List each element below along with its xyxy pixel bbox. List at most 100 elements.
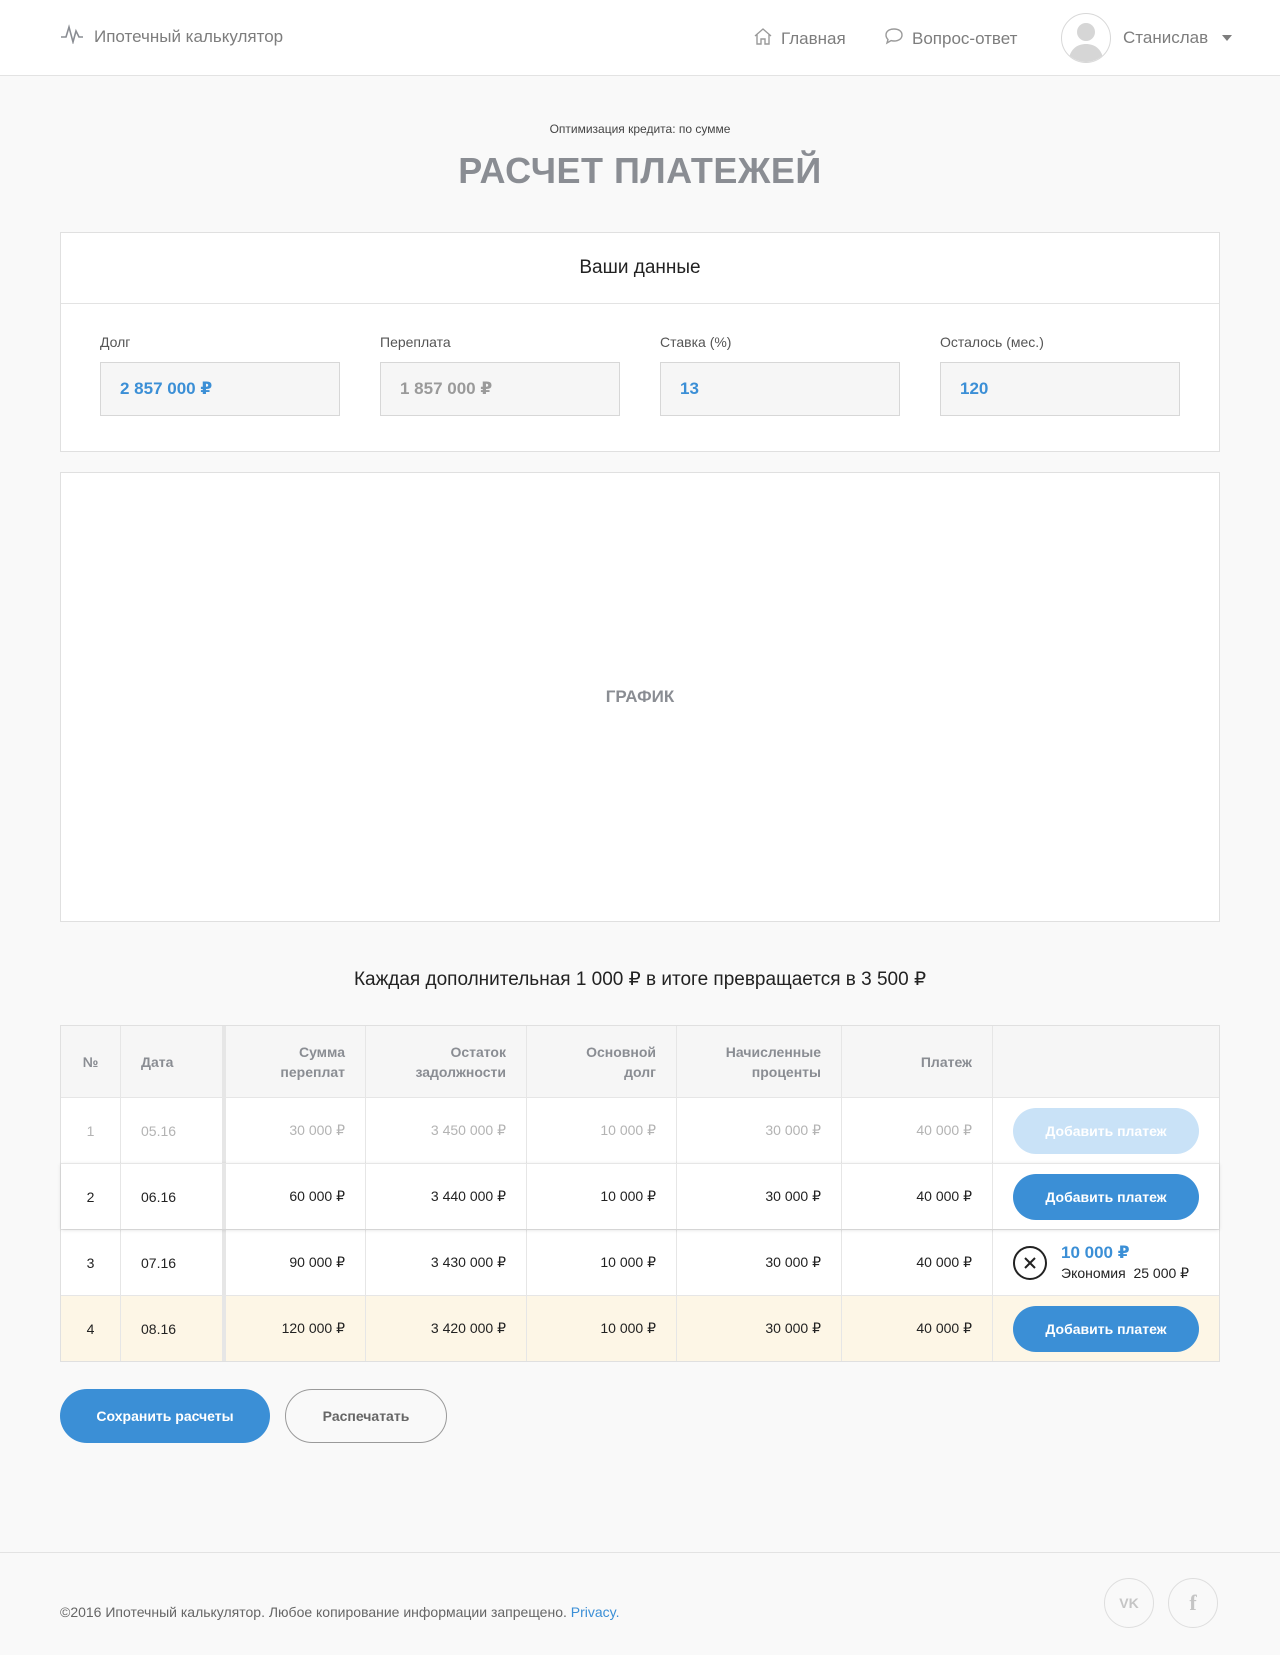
header-overpay-line1: Сумма <box>298 1043 345 1060</box>
row-overpay: 90 000 ₽ <box>225 1230 365 1295</box>
row-debt: 3 450 000 ₽ <box>365 1098 526 1163</box>
debt-input[interactable]: 2 857 000 ₽ <box>100 362 340 416</box>
header-num: № <box>82 1053 99 1070</box>
months-label: Осталось (мес.) <box>940 334 1044 350</box>
header-main-debt: Основной долг <box>526 1026 676 1097</box>
row-debt: 3 430 000 ₽ <box>365 1230 526 1295</box>
debt-label: Долг <box>100 334 131 350</box>
row-overpay: 30 000 ₽ <box>225 1098 365 1163</box>
rate-label: Ставка (%) <box>660 334 732 350</box>
copyright: ©2016 Ипотечный калькулятор. Любое копир… <box>60 1604 620 1620</box>
header-overpay-line2: переплат <box>280 1063 345 1080</box>
months-input[interactable]: 120 <box>940 362 1180 416</box>
user-menu[interactable]: Станислав <box>1061 13 1233 63</box>
row-main-debt: 10 000 ₽ <box>526 1296 676 1361</box>
avatar <box>1061 13 1111 63</box>
extra-payment-info: 10 000 ₽ Экономия 25 000 ₽ <box>1061 1243 1189 1282</box>
row-date: 06.16 <box>120 1164 225 1229</box>
user-data-card: Ваши данные Долг 2 857 000 ₽ Переплата 1… <box>60 232 1220 452</box>
remove-payment-close-icon[interactable] <box>1013 1245 1047 1280</box>
vk-icon-label: VK <box>1119 1595 1139 1611</box>
row-payment: 40 000 ₽ <box>841 1230 992 1295</box>
header-interest: Начисленные проценты <box>676 1026 841 1097</box>
table-row: 1 05.16 30 000 ₽ 3 450 000 ₽ 10 000 ₽ 30… <box>61 1097 1219 1163</box>
page-title: РАСЧЕТ ПЛАТЕЖЕЙ <box>458 150 822 191</box>
row-payment: 40 000 ₽ <box>841 1164 992 1229</box>
facebook-icon-label: f <box>1189 1590 1197 1615</box>
row-action: Добавить платеж <box>992 1296 1219 1361</box>
facebook-icon[interactable]: f <box>1168 1578 1218 1628</box>
add-payment-button[interactable]: Добавить платеж <box>1013 1173 1199 1220</box>
pulse-logo-icon <box>60 24 84 49</box>
page-subtitle: Оптимизация кредита: по сумме <box>549 122 731 136</box>
rate-field-group: Ставка (%) 13 <box>660 334 900 416</box>
header-interest-line2: проценты <box>751 1063 821 1080</box>
row-debt: 3 440 000 ₽ <box>365 1164 526 1229</box>
top-navbar: Ипотечный калькулятор Главная Вопрос-отв… <box>0 0 1280 76</box>
add-payment-button[interactable]: Добавить платеж <box>1013 1305 1199 1352</box>
extra-payment-saving: Экономия 25 000 ₽ <box>1061 1265 1189 1282</box>
row-action: 10 000 ₽ Экономия 25 000 ₽ <box>992 1230 1219 1295</box>
saving-label: Экономия <box>1061 1265 1126 1281</box>
row-action: Добавить платеж <box>992 1098 1219 1163</box>
promo-text: Каждая дополнительная 1 000 ₽ в итоге пр… <box>353 969 927 990</box>
row-main-debt: 10 000 ₽ <box>526 1230 676 1295</box>
row-overpay: 120 000 ₽ <box>225 1296 365 1361</box>
nav-faq-label: Вопрос-ответ <box>912 28 1018 48</box>
header-debt-line1: Остаток <box>450 1043 506 1060</box>
chart-placeholder-label: ГРАФИК <box>605 687 675 706</box>
nav-faq-link[interactable]: Вопрос-ответ <box>884 27 1017 50</box>
header-main-line2: долг <box>624 1063 656 1080</box>
header-overpay: Сумма переплат <box>225 1026 365 1097</box>
row-interest: 30 000 ₽ <box>676 1296 841 1361</box>
logo[interactable]: Ипотечный калькулятор <box>60 24 283 49</box>
table-header-row: № Дата Сумма переплат Остаток задолжности … <box>61 1026 1219 1097</box>
nav-home-label: Главная <box>781 28 846 48</box>
header-action <box>992 1026 1219 1097</box>
row-date: 08.16 <box>120 1296 225 1361</box>
nav-home-link[interactable]: Главная <box>753 27 846 50</box>
row-action: Добавить платеж <box>992 1164 1219 1229</box>
row-num: 1 <box>86 1122 95 1139</box>
extra-payment: 10 000 ₽ Экономия 25 000 ₽ <box>1013 1243 1189 1282</box>
row-payment: 40 000 ₽ <box>841 1296 992 1361</box>
chevron-down-icon <box>1222 35 1233 41</box>
user-name: Станислав <box>1123 28 1209 47</box>
print-button[interactable]: Распечатать <box>285 1389 447 1443</box>
row-main-debt: 10 000 ₽ <box>526 1164 676 1229</box>
row-num: 3 <box>86 1254 95 1271</box>
row-num: 4 <box>86 1320 95 1337</box>
header-main-line1: Основной <box>586 1043 656 1060</box>
months-field-group: Осталось (мес.) 120 <box>940 334 1180 416</box>
chart-placeholder: ГРАФИК <box>60 472 1220 922</box>
row-num: 2 <box>86 1188 95 1205</box>
overpay-input: 1 857 000 ₽ <box>380 362 620 416</box>
table-row: 4 08.16 120 000 ₽ 3 420 000 ₽ 10 000 ₽ 3… <box>61 1295 1219 1361</box>
add-payment-button-disabled: Добавить платеж <box>1013 1107 1199 1154</box>
vk-icon[interactable]: VK <box>1104 1578 1154 1628</box>
chat-bubble-icon <box>884 27 904 50</box>
footer: ©2016 Ипотечный калькулятор. Любое копир… <box>0 1552 1280 1655</box>
row-date: 07.16 <box>120 1230 225 1295</box>
row-date: 05.16 <box>120 1098 225 1163</box>
header-debt-line2: задолжности <box>415 1063 506 1080</box>
rate-input[interactable]: 13 <box>660 362 900 416</box>
saving-value: 25 000 ₽ <box>1133 1265 1190 1281</box>
row-payment: 40 000 ₽ <box>841 1098 992 1163</box>
logo-text: Ипотечный калькулятор <box>94 26 284 46</box>
row-overpay: 60 000 ₽ <box>225 1164 365 1229</box>
overpay-label: Переплата <box>380 334 451 350</box>
row-interest: 30 000 ₽ <box>676 1164 841 1229</box>
row-interest: 30 000 ₽ <box>676 1098 841 1163</box>
privacy-link[interactable]: Privacy. <box>571 1604 620 1620</box>
save-calculations-button[interactable]: Сохранить расчеты <box>60 1389 270 1443</box>
header-debt: Остаток задолжности <box>365 1026 526 1097</box>
card-heading: Ваши данные <box>61 233 1219 304</box>
row-debt: 3 420 000 ₽ <box>365 1296 526 1361</box>
row-interest: 30 000 ₽ <box>676 1230 841 1295</box>
header-payment: Платеж <box>841 1026 992 1097</box>
table-row: 3 07.16 90 000 ₽ 3 430 000 ₽ 10 000 ₽ 30… <box>61 1229 1219 1295</box>
payments-table: № Дата Сумма переплат Остаток задолжности … <box>60 1025 1220 1362</box>
table-row: 2 06.16 60 000 ₽ 3 440 000 ₽ 10 000 ₽ 30… <box>61 1163 1219 1229</box>
home-icon <box>753 27 773 50</box>
